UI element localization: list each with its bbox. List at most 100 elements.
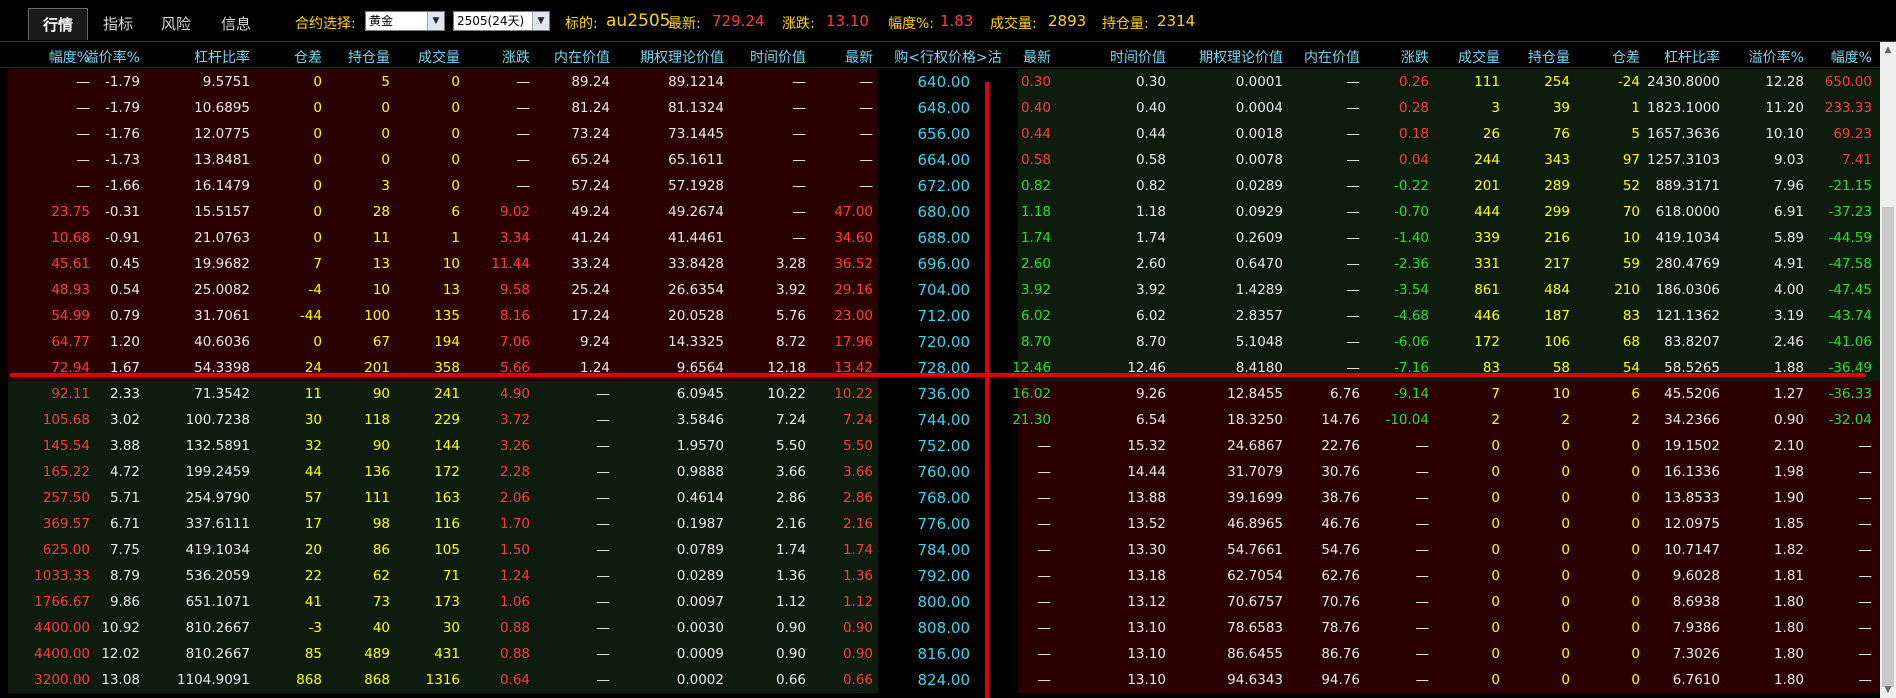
- table-row[interactable]: 145.54 3.88 132.5891 32 90 144 3.26 — 1.9570 5.50…: [0, 433, 1880, 459]
- scroll-down-icon[interactable]: ▼: [1880, 682, 1896, 698]
- put-cell: 8.4180: [1235, 360, 1283, 376]
- put-cell: 0: [1491, 672, 1500, 688]
- strike-price[interactable]: 752.00: [918, 433, 971, 459]
- table-row[interactable]: 1766.67 9.86 651.1071 41 73 173 1.06 — 0.0097 1.1…: [0, 589, 1880, 615]
- column-header[interactable]: 涨跌: [502, 47, 530, 67]
- scroll-up-icon[interactable]: ▲: [1880, 42, 1896, 58]
- strike-price[interactable]: 728.00: [918, 355, 971, 381]
- table-row[interactable]: 105.68 3.02 100.7238 30 118 229 3.72 — 3.5846 7.2…: [0, 407, 1880, 433]
- call-cell: —: [596, 438, 611, 454]
- tab-indicators[interactable]: 指标: [90, 8, 146, 40]
- call-cell: 199.2459: [185, 464, 250, 480]
- column-header[interactable]: 杠杆比率: [194, 47, 250, 67]
- strike-price[interactable]: 744.00: [918, 407, 971, 433]
- underlying-label: 标的:: [565, 16, 598, 32]
- column-header[interactable]: 杠杆比率: [1664, 47, 1720, 67]
- column-header[interactable]: 溢价率%: [85, 47, 140, 67]
- strike-price[interactable]: 784.00: [918, 537, 971, 563]
- column-header[interactable]: 时间价值: [1110, 47, 1166, 67]
- table-row[interactable]: — -1.79 10.6895 0 0 0 — 81.24 81.1324 — — 648.00 0.4…: [0, 95, 1880, 121]
- table-row[interactable]: 4400.00 12.02 810.2667 85 489 431 0.88 — 0.0009 0…: [0, 641, 1880, 667]
- strike-column-header[interactable]: 购<行权价格>沽: [889, 47, 1007, 67]
- call-cell: 0.90: [842, 620, 873, 636]
- tab-risk[interactable]: 风险: [148, 8, 204, 40]
- table-row[interactable]: — -1.76 12.0775 0 0 0 — 73.24 73.1445 — — 656.00 0.4…: [0, 121, 1880, 147]
- table-row[interactable]: 54.99 0.79 31.7061 -44 100 135 8.16 17.24 20.052…: [0, 303, 1880, 329]
- strike-price[interactable]: 672.00: [918, 173, 971, 199]
- tab-quotes[interactable]: 行情: [28, 8, 88, 40]
- contract-select[interactable]: 黄金 ▼: [365, 11, 445, 31]
- column-header[interactable]: 成交量: [418, 47, 460, 67]
- column-header[interactable]: 幅度%: [1831, 47, 1872, 67]
- strike-price[interactable]: 736.00: [918, 381, 971, 407]
- column-header[interactable]: 成交量: [1458, 47, 1500, 67]
- column-header[interactable]: 时间价值: [750, 47, 806, 67]
- table-header: 幅度% 溢价率% 杠杆比率 仓差 持仓量 成交量 涨跌 内在价值 期权理论价值 时间价值 最新 购<行…: [0, 42, 1880, 68]
- strike-price[interactable]: 816.00: [918, 641, 971, 667]
- column-header[interactable]: 最新: [1023, 47, 1051, 67]
- strike-price[interactable]: 720.00: [918, 329, 971, 355]
- column-header[interactable]: 仓差: [1612, 47, 1640, 67]
- column-header[interactable]: 涨跌: [1401, 47, 1429, 67]
- column-header[interactable]: 持仓量: [1528, 47, 1570, 67]
- call-cell: 868: [364, 672, 390, 688]
- column-header[interactable]: 内在价值: [554, 47, 610, 67]
- scrollbar-thumb[interactable]: [1882, 207, 1894, 687]
- strike-price[interactable]: 800.00: [918, 589, 971, 615]
- tab-info[interactable]: 信息: [208, 8, 264, 40]
- vertical-scrollbar[interactable]: ▲ ▼: [1880, 42, 1896, 698]
- strike-price[interactable]: 760.00: [918, 459, 971, 485]
- table-row[interactable]: 10.68 -0.91 21.0763 0 11 1 3.34 41.24 41.4461—34…: [0, 225, 1880, 251]
- strike-price[interactable]: 824.00: [918, 667, 971, 693]
- column-header[interactable]: 溢价率%: [1749, 47, 1804, 67]
- call-cell: 21.0763: [194, 230, 250, 246]
- table-row[interactable]: 92.11 2.33 71.3542 11 90 241 4.90 — 6.0945 10.22 1…: [0, 381, 1880, 407]
- call-cell: —: [596, 516, 611, 532]
- strike-price[interactable]: 640.00: [918, 69, 971, 95]
- table-row[interactable]: 23.75 -0.31 15.5157 0 28 6 9.02 49.24 49.2674 — 47…: [0, 199, 1880, 225]
- table-row[interactable]: — -1.73 13.8481 0 0 0 — 65.24 65.1611 — — 664.00 0.5…: [0, 147, 1880, 173]
- put-cell: 9.26: [1135, 386, 1166, 402]
- call-cell: 10.22: [834, 386, 873, 402]
- strike-price[interactable]: 648.00: [918, 95, 971, 121]
- strike-price[interactable]: 696.00: [918, 251, 971, 277]
- strike-price[interactable]: 808.00: [918, 615, 971, 641]
- table-row[interactable]: 165.22 4.72 199.2459 44 136 172 2.28 — 0.9888 3.6…: [0, 459, 1880, 485]
- strike-price[interactable]: 656.00: [918, 121, 971, 147]
- call-cell: -1.76: [105, 126, 140, 142]
- table-row[interactable]: 369.57 6.71 337.6111 17 98 116 1.70 — 0.1987 2.16…: [0, 511, 1880, 537]
- table-row[interactable]: 1033.33 8.79 536.2059 22 62 71 1.24 — 0.0289 1.36…: [0, 563, 1880, 589]
- table-row[interactable]: 4400.00 10.92 810.2667 -3 40 30 0.88 — 0.0030 0.9…: [0, 615, 1880, 641]
- strike-price[interactable]: 680.00: [918, 199, 971, 225]
- column-header[interactable]: 期权理论价值: [640, 47, 724, 67]
- column-header[interactable]: 仓差: [294, 47, 322, 67]
- column-header[interactable]: 内在价值: [1304, 47, 1360, 67]
- strike-price[interactable]: 704.00: [918, 277, 971, 303]
- table-row[interactable]: 257.50 5.71 254.9790 57 111 163 2.06 — 0.4614 2.8…: [0, 485, 1880, 511]
- strike-price[interactable]: 768.00: [918, 485, 971, 511]
- table-row[interactable]: 48.93 0.54 25.0082 -4 10 13 9.58 25.24 26.6354 3.…: [0, 277, 1880, 303]
- expiry-select[interactable]: 2505(24天) ▼: [453, 11, 550, 31]
- strike-price[interactable]: 792.00: [918, 563, 971, 589]
- table-row[interactable]: 3200.00 13.08 1104.9091 868 868 1316 0.64 — 0.00…: [0, 667, 1880, 693]
- table-row[interactable]: 72.94 1.67 54.3398 24 201 358 5.66 1.24 9.6564 12…: [0, 355, 1880, 381]
- call-cell: 54.99: [51, 308, 90, 324]
- column-header[interactable]: 最新: [845, 47, 873, 67]
- strike-price[interactable]: 776.00: [918, 511, 971, 537]
- put-cell: 0: [1491, 490, 1500, 506]
- strike-price[interactable]: 712.00: [918, 303, 971, 329]
- strike-price[interactable]: 664.00: [918, 147, 971, 173]
- call-cell: 0: [313, 178, 322, 194]
- table-row[interactable]: — -1.79 9.5751 0 5 0 — 89.24 89.1214 — — 640.00 0.30…: [0, 69, 1880, 95]
- strike-price[interactable]: 688.00: [918, 225, 971, 251]
- column-header[interactable]: 期权理论价值: [1199, 47, 1283, 67]
- table-row[interactable]: — -1.66 16.1479 0 3 0 — 57.24 57.1928 — — 672.00 0.8…: [0, 173, 1880, 199]
- column-header[interactable]: 持仓量: [348, 47, 390, 67]
- call-cell: 7: [313, 256, 322, 272]
- table-row[interactable]: 64.77 1.20 40.6036 0 67 194 7.06 9.24 14.3325 8.7…: [0, 329, 1880, 355]
- put-cell: 69.23: [1833, 126, 1872, 142]
- call-cell: —: [516, 100, 531, 116]
- call-cell: 0: [451, 152, 460, 168]
- table-row[interactable]: 45.61 0.45 19.9682 7 13 10 11.44 33.24 33.8428 3.…: [0, 251, 1880, 277]
- table-row[interactable]: 625.00 7.75 419.1034 20 86 105 1.50 — 0.0789 1.74…: [0, 537, 1880, 563]
